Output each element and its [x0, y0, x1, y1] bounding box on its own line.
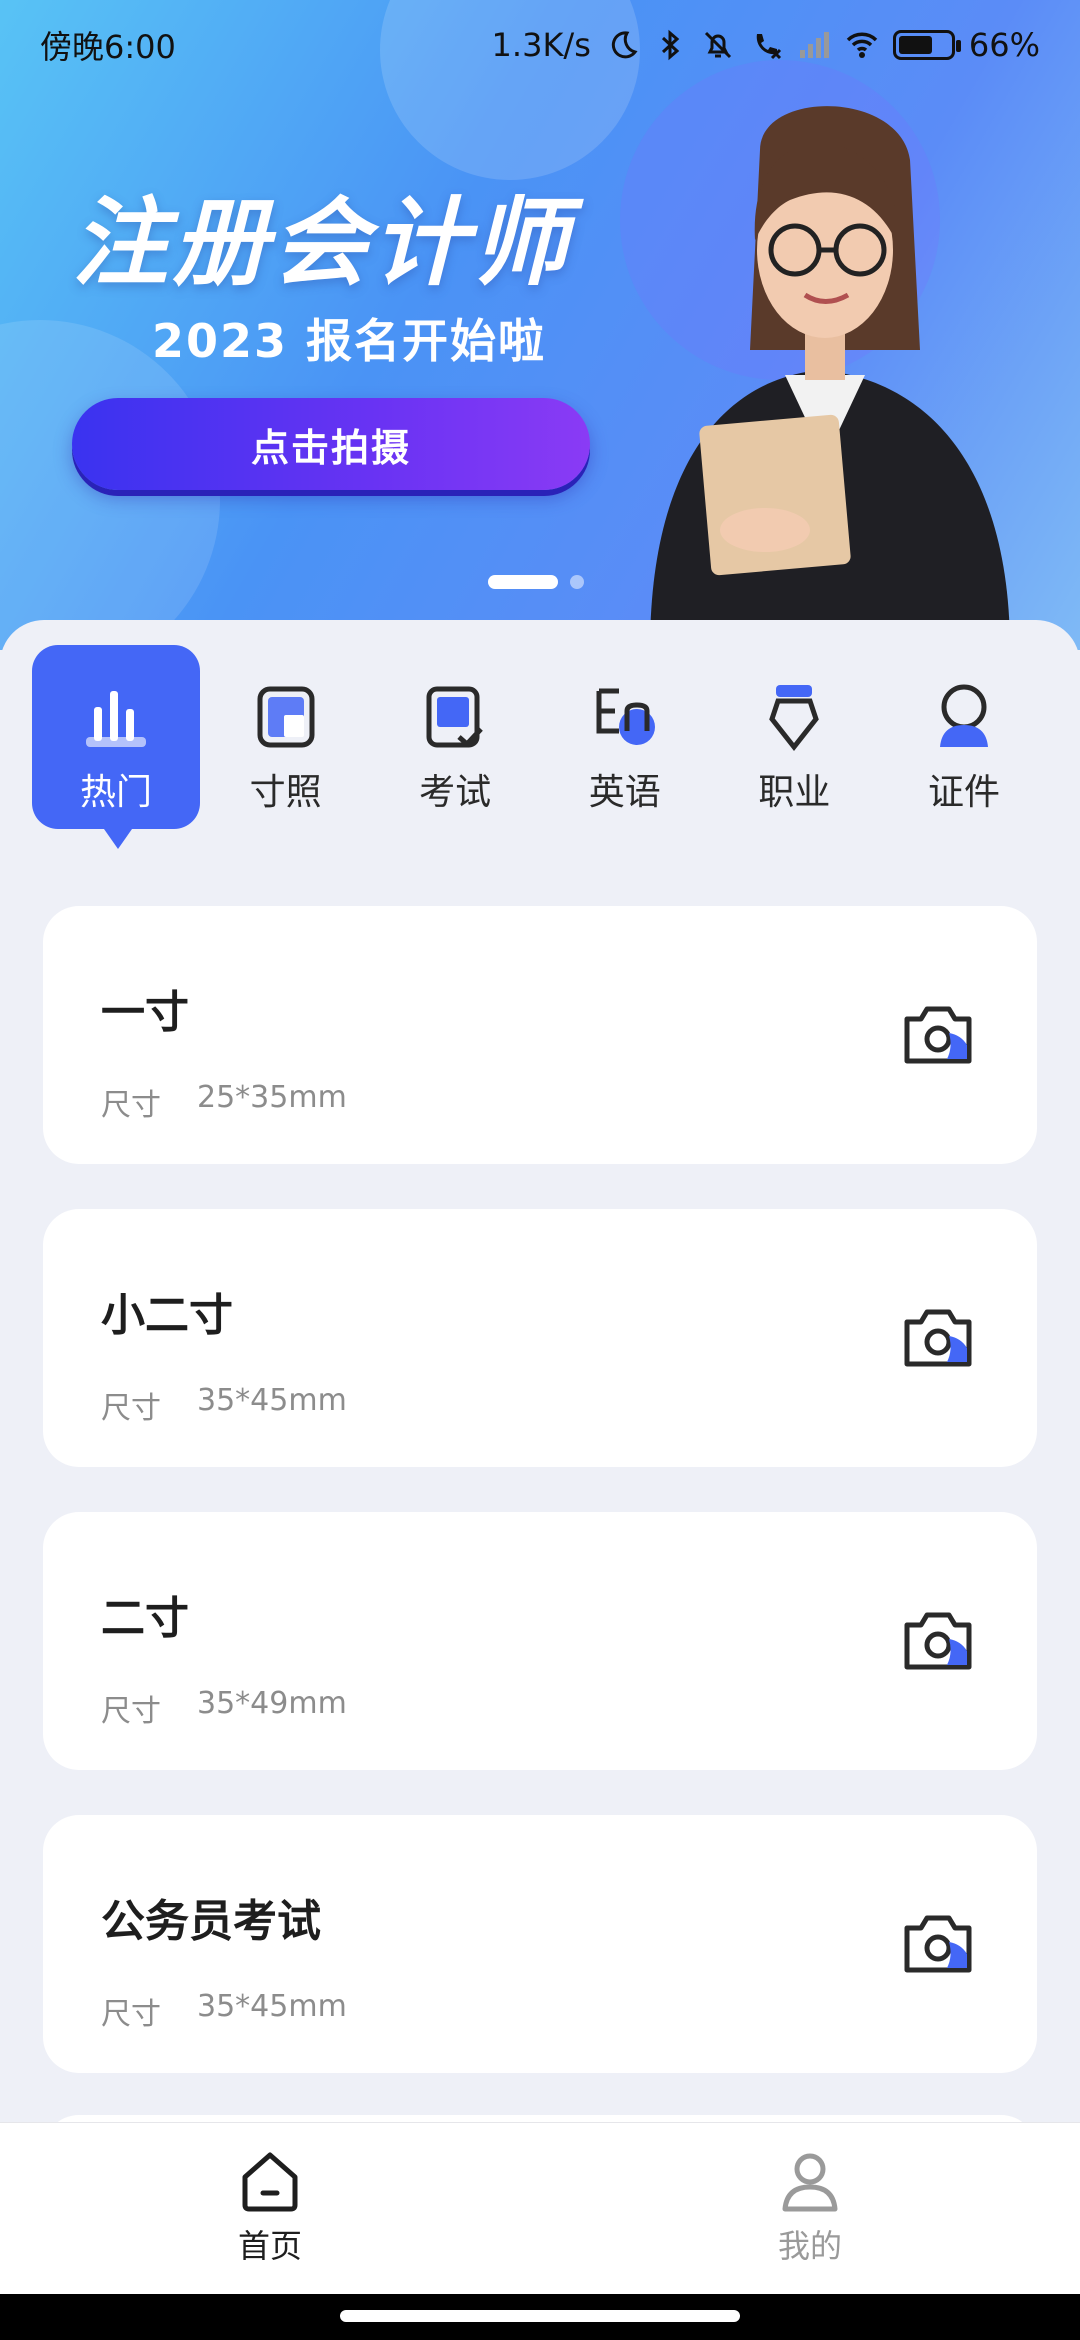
list-item[interactable]: 二寸 尺寸 35*49mm	[43, 1512, 1037, 1770]
size-label: 尺寸	[101, 1694, 161, 1729]
size-value: 35*45mm	[197, 1383, 347, 1418]
battery-icon	[892, 30, 961, 60]
tab-home[interactable]: 首页	[0, 2123, 540, 2294]
wifi-icon	[846, 32, 878, 58]
bottom-tab-bar: 首页 我的	[0, 2122, 1080, 2294]
pager-dot[interactable]	[570, 575, 584, 589]
status-time: 傍晚6:00	[40, 28, 176, 66]
category-tabs: 热门 寸照 考试 英语 职业 证件	[32, 645, 1048, 849]
home-gesture-bar[interactable]	[340, 2310, 740, 2322]
banner-title: 注册会计师	[72, 187, 572, 299]
moon-icon	[611, 31, 638, 59]
size-label: 尺寸	[101, 1997, 161, 2032]
content-panel: 热门 寸照 考试 英语 职业 证件 一寸 尺寸 25*35mm 小二寸 尺寸 3…	[0, 620, 1080, 2120]
category-exam[interactable]: 考试	[371, 645, 539, 829]
category-hot[interactable]: 热门	[32, 645, 200, 849]
item-name: 公务员考试	[101, 1896, 321, 1947]
bluetooth-icon	[661, 29, 680, 61]
item-size-row: 尺寸 25*35mm	[101, 1080, 347, 1124]
english-en-icon	[596, 688, 655, 745]
category-id[interactable]: 证件	[880, 645, 1048, 829]
list-item[interactable]: 小二寸 尺寸 35*45mm	[43, 1209, 1037, 1467]
promo-banner[interactable]: 傍晚6:00 1.3K/s 66% 注册会计师 2023 报名开始啦 点击拍摄	[0, 0, 1080, 650]
banner-subtitle: 2023 报名开始啦	[152, 314, 547, 368]
pager-dot-active[interactable]	[488, 575, 558, 589]
call-blocked-icon	[756, 34, 781, 60]
battery-percent: 66%	[968, 26, 1040, 64]
banner-person-image	[650, 106, 1010, 650]
signal-icon	[799, 32, 829, 58]
net-speed: 1.3K/s	[491, 26, 591, 64]
category-label: 热门	[79, 772, 152, 813]
person-id-icon	[939, 684, 988, 747]
category-label: 职业	[758, 772, 831, 813]
item-name: 二寸	[101, 1593, 189, 1644]
category-label: 证件	[927, 772, 1000, 813]
item-size-row: 尺寸 35*49mm	[101, 1686, 347, 1730]
photo-frame-icon	[257, 686, 315, 748]
mute-bell-icon	[704, 31, 731, 59]
category-english[interactable]: 英语	[541, 645, 709, 829]
banner-shoot-button[interactable]: 点击拍摄	[72, 398, 590, 490]
size-value: 35*45mm	[197, 1989, 347, 2024]
category-career[interactable]: 职业	[710, 645, 878, 829]
category-label: 寸照	[249, 772, 322, 813]
tab-mine[interactable]: 我的	[540, 2123, 1080, 2294]
status-bar: 傍晚6:00 1.3K/s 66%	[0, 0, 1080, 90]
item-name: 一寸	[101, 987, 189, 1038]
camera-icon[interactable]	[901, 1306, 975, 1368]
item-size-row: 尺寸 35*45mm	[101, 1383, 347, 1427]
category-label: 英语	[588, 772, 661, 813]
camera-icon[interactable]	[901, 1912, 975, 1974]
size-label: 尺寸	[101, 1391, 161, 1426]
tab-label: 首页	[237, 2227, 302, 2265]
item-name: 小二寸	[101, 1290, 233, 1341]
size-label: 尺寸	[101, 1088, 161, 1123]
home-icon	[242, 2152, 298, 2212]
tab-label: 我的	[777, 2227, 842, 2265]
category-photo-size[interactable]: 寸照	[202, 645, 370, 829]
size-value: 35*49mm	[197, 1686, 347, 1721]
category-label: 考试	[419, 772, 492, 813]
list-item[interactable]: 公务员考试 尺寸 35*45mm	[43, 1815, 1037, 2073]
chart-bars-icon	[86, 691, 146, 747]
system-nav-bar	[0, 2294, 1080, 2340]
item-size-row: 尺寸 35*45mm	[101, 1989, 347, 2033]
exam-check-icon	[426, 686, 484, 748]
camera-icon[interactable]	[901, 1003, 975, 1065]
photo-spec-list: 一寸 尺寸 25*35mm 小二寸 尺寸 35*45mm 二寸 尺寸 35*49…	[43, 906, 1037, 2118]
camera-icon[interactable]	[901, 1609, 975, 1671]
user-icon	[782, 2153, 838, 2212]
banner-pager	[488, 575, 584, 589]
list-item[interactable]: 一寸 尺寸 25*35mm	[43, 906, 1037, 1164]
badge-icon	[769, 685, 820, 752]
size-value: 25*35mm	[197, 1080, 347, 1115]
